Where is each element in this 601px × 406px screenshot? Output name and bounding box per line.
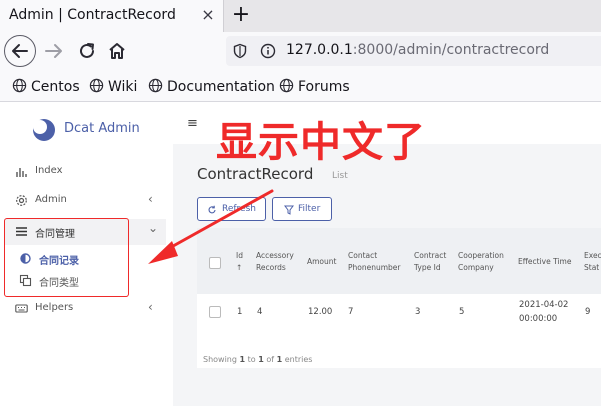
column-header-amount: Amount: [307, 257, 337, 266]
gear-icon: [16, 195, 27, 206]
chevron-left-icon: ‹: [148, 192, 153, 206]
column-header-contact-phonenumber: Contact Phonenumber: [348, 251, 401, 272]
browser-tab-bar: Admin | ContractRecord × +: [0, 0, 601, 32]
filter-button[interactable]: Filter: [272, 197, 332, 221]
filter-label: Filter: [298, 204, 321, 214]
sidebar-item-helpers[interactable]: Helpers ‹: [0, 297, 173, 321]
cell-accessory-records: 4: [257, 307, 263, 317]
bookmarks-bar: Centos Wiki Documentation Forums: [0, 70, 601, 102]
grid-table: Id ↑ Accessory Records Amount Contact Phone…: [197, 228, 601, 368]
sidebar-item-admin[interactable]: Admin ‹: [0, 189, 173, 213]
brand-name: Dcat Admin: [64, 121, 140, 136]
keyboard-icon: [15, 304, 28, 313]
cell-id: 1: [237, 307, 243, 317]
annotation-text: 显示中文了: [216, 118, 426, 166]
pagination-summary: Showing 1 to 1 of 1 entries: [203, 355, 313, 364]
bookmark-label: Centos: [31, 79, 80, 95]
page-subtitle: List: [332, 171, 348, 181]
cell-contact-phonenumber: 7: [348, 307, 354, 317]
url-text[interactable]: 127.0.0.1:8000/admin/contractrecord: [286, 42, 549, 58]
cell-exec-status: 9: [585, 307, 591, 317]
sidebar-item-label: Admin: [35, 194, 67, 205]
tab-close-icon[interactable]: ×: [199, 5, 217, 25]
bookmark-forums[interactable]: Forums: [279, 78, 350, 96]
shield-icon[interactable]: [232, 43, 248, 59]
column-header-accessory-records: Accessory Records: [256, 251, 294, 272]
main-content: ContractRecord List Refresh Filter Id ↑ A…: [173, 144, 601, 406]
home-icon: [109, 43, 125, 59]
reload-icon: [80, 43, 94, 58]
column-header-id[interactable]: Id ↑: [236, 250, 243, 274]
sidebar-item-label: Helpers: [35, 302, 74, 313]
tab-title: Admin | ContractRecord: [9, 7, 176, 23]
sidebar-item-index[interactable]: Index: [0, 160, 173, 184]
column-header-contract-type-id: Contract Type Id: [414, 251, 447, 272]
home-button[interactable]: [104, 38, 130, 64]
info-icon[interactable]: [260, 43, 276, 59]
bar-chart-icon: [16, 168, 27, 177]
back-arrow-icon: [12, 44, 28, 58]
cell-amount: 12.00: [308, 307, 333, 317]
annotation-highlight-box: [4, 218, 129, 297]
cell-contract-type-id: 3: [415, 307, 421, 317]
browser-nav-bar: 127.0.0.1:8000/admin/contractrecord: [0, 32, 601, 70]
bookmark-label: Forums: [298, 79, 350, 95]
forward-button[interactable]: [40, 37, 68, 65]
url-host: 127.0.0.1: [286, 42, 353, 58]
globe-icon: [89, 78, 104, 93]
forward-arrow-icon: [45, 44, 62, 58]
globe-icon: [148, 78, 163, 93]
refresh-icon: [208, 205, 216, 214]
reload-button[interactable]: [74, 38, 100, 64]
row-checkbox[interactable]: [209, 306, 221, 318]
bookmark-documentation[interactable]: Documentation: [148, 78, 275, 96]
column-header-exec-status: Exec Stat: [584, 251, 601, 272]
column-header-effective-time: Effective Time: [518, 257, 572, 266]
bookmark-wiki[interactable]: Wiki: [89, 78, 137, 96]
address-bar[interactable]: 127.0.0.1:8000/admin/contractrecord: [226, 36, 601, 66]
bookmark-label: Documentation: [167, 79, 275, 95]
select-all-checkbox[interactable]: [209, 257, 221, 269]
globe-icon: [279, 78, 294, 93]
refresh-button[interactable]: Refresh: [197, 197, 266, 221]
url-path: :8000/admin/contractrecord: [352, 42, 550, 58]
bookmark-centos[interactable]: Centos: [12, 78, 80, 96]
column-header-cooperation-company: Cooperation Company: [458, 251, 504, 272]
back-button[interactable]: [4, 35, 36, 67]
filter-icon: [284, 205, 294, 215]
logo-icon: [33, 119, 55, 141]
new-tab-icon[interactable]: +: [229, 2, 253, 28]
refresh-label: Refresh: [222, 204, 256, 214]
bookmark-label: Wiki: [108, 79, 138, 95]
chevron-down-icon: ⌄: [148, 221, 159, 235]
sidebar-item-label: Index: [35, 165, 63, 176]
table-header: Id ↑ Accessory Records Amount Contact Phone…: [197, 228, 601, 294]
browser-tab[interactable]: Admin | ContractRecord ×: [0, 0, 224, 32]
cell-cooperation-company: 5: [459, 307, 465, 317]
chevron-left-icon: ‹: [148, 300, 153, 314]
globe-icon: [12, 78, 27, 93]
menu-toggle-icon[interactable]: ≡: [187, 116, 198, 131]
cell-effective-time: 2021-04-02 00:00:00: [519, 300, 569, 324]
